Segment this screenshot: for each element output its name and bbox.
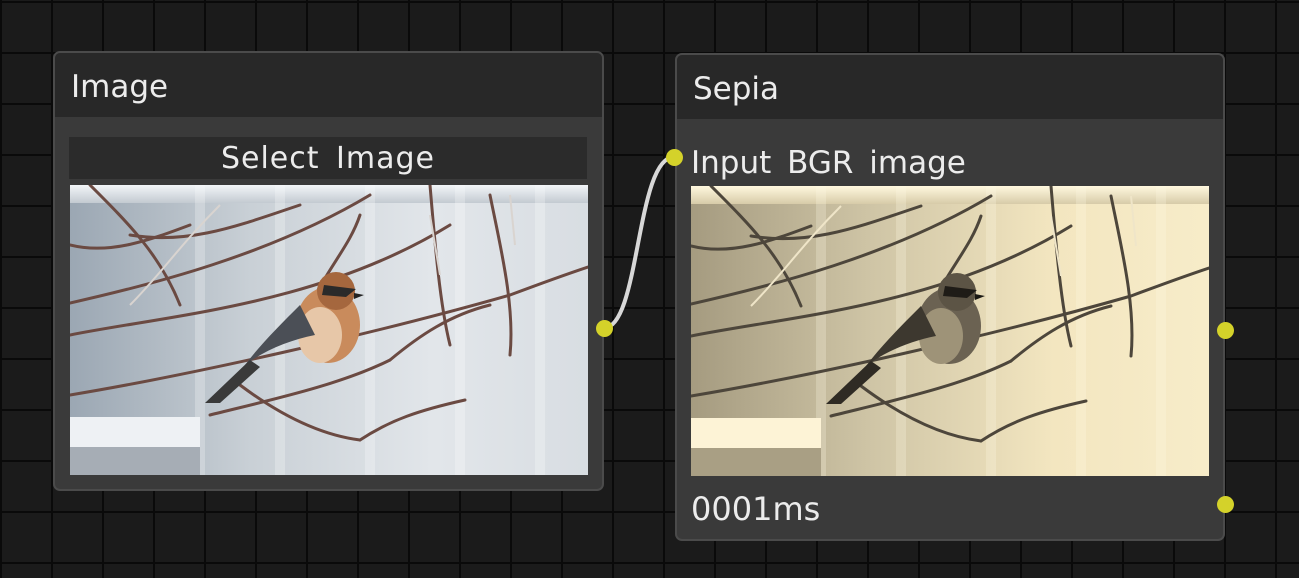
select-image-button[interactable]: Select Image <box>69 137 587 179</box>
source-image-preview <box>70 185 588 475</box>
image-output-port[interactable] <box>596 320 613 337</box>
sepia-node-title: Sepia <box>677 55 1223 119</box>
input-bgr-image-label: Input BGR image <box>691 145 966 181</box>
sepia-node[interactable]: Sepia Input BGR image 0001ms <box>675 53 1225 541</box>
sepia-image-output-port[interactable] <box>1217 322 1234 339</box>
sepia-time-output-port[interactable] <box>1217 496 1234 513</box>
image-node-title: Image <box>55 53 602 117</box>
processing-time-label: 0001ms <box>691 490 821 528</box>
sepia-image-preview <box>691 186 1209 476</box>
image-node[interactable]: Image Select Image <box>53 51 604 491</box>
sepia-input-port[interactable] <box>666 149 683 166</box>
